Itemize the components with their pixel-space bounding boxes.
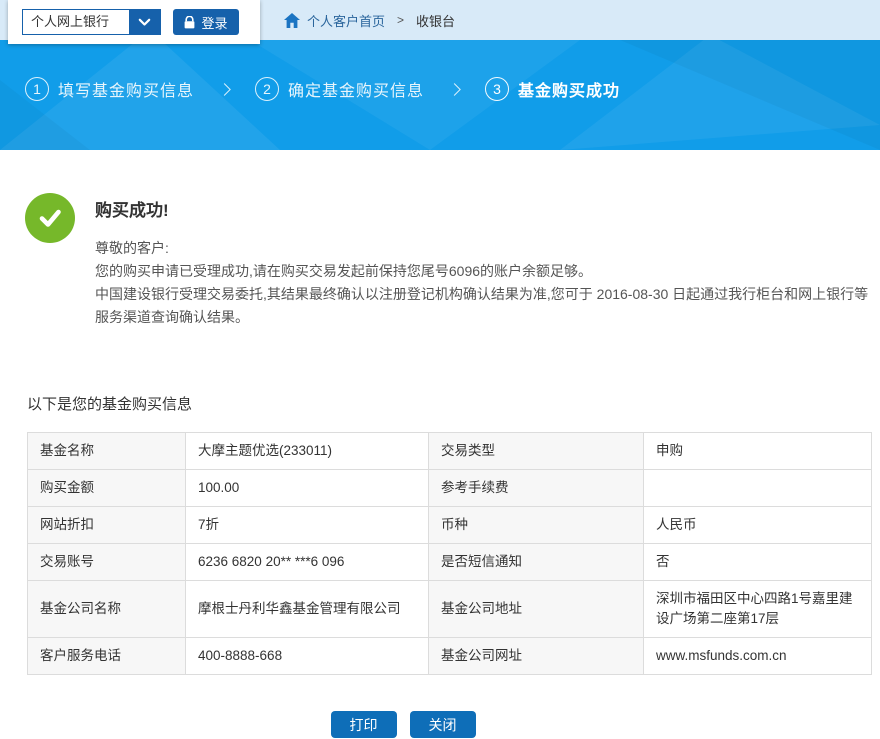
- success-line2: 中国建设银行受理交易委托,其结果最终确认以注册登记机构确认结果为准,您可于 20…: [95, 283, 872, 329]
- home-icon: [284, 13, 300, 28]
- login-card: 个人网上银行 登录: [8, 0, 260, 44]
- cell-label: 网站折扣: [28, 507, 186, 544]
- cell-label: 基金公司网址: [429, 638, 644, 675]
- login-button-label: 登录: [201, 13, 227, 32]
- login-button[interactable]: 登录: [173, 9, 239, 35]
- success-greeting: 尊敬的客户:: [95, 237, 872, 260]
- print-button[interactable]: 打印: [331, 711, 397, 738]
- cell-value: 7折: [186, 507, 429, 544]
- fund-info-section-title: 以下是您的基金购买信息: [27, 393, 880, 414]
- success-check-icon: [25, 193, 75, 243]
- cell-value: [644, 470, 872, 507]
- cell-label: 参考手续费: [429, 470, 644, 507]
- table-row: 基金名称大摩主题优选(233011)交易类型申购: [28, 433, 872, 470]
- cell-label: 基金公司名称: [28, 581, 186, 638]
- main-content: 购买成功! 尊敬的客户: 您的购买申请已受理成功,请在购买交易发起前保持您尾号6…: [0, 150, 880, 738]
- table-row: 客户服务电话400-8888-668基金公司网址www.msfunds.com.…: [28, 638, 872, 675]
- step-2-number: 2: [255, 77, 279, 101]
- close-button[interactable]: 关闭: [410, 711, 476, 738]
- breadcrumb-separator: >: [397, 13, 404, 27]
- chevron-down-icon[interactable]: [129, 10, 160, 34]
- cell-value: 深圳市福田区中心四路1号嘉里建设广场第二座第17层: [644, 581, 872, 638]
- cell-label: 购买金额: [28, 470, 186, 507]
- cell-value: 否: [644, 544, 872, 581]
- action-buttons: 打印 关闭: [0, 711, 843, 738]
- step-separator-icon: [218, 83, 231, 96]
- channel-select[interactable]: 个人网上银行: [22, 9, 161, 35]
- step-separator-icon: [448, 83, 461, 96]
- cell-value: 大摩主题优选(233011): [186, 433, 429, 470]
- table-row: 购买金额100.00参考手续费: [28, 470, 872, 507]
- cell-value: 6236 6820 20** ***6 096: [186, 544, 429, 581]
- table-row: 基金公司名称摩根士丹利华鑫基金管理有限公司基金公司地址深圳市福田区中心四路1号嘉…: [28, 581, 872, 638]
- cell-label: 交易账号: [28, 544, 186, 581]
- step-1-fill-info: 1 填写基金购买信息: [25, 77, 194, 101]
- purchase-stepper: 1 填写基金购买信息 2 确定基金购买信息 3 基金购买成功: [25, 77, 620, 101]
- cell-value: 400-8888-668: [186, 638, 429, 675]
- table-row: 交易账号6236 6820 20** ***6 096是否短信通知否: [28, 544, 872, 581]
- fund-info-table: 基金名称大摩主题优选(233011)交易类型申购购买金额100.00参考手续费网…: [27, 432, 872, 675]
- step-3-number: 3: [485, 77, 509, 101]
- step-2-label: 确定基金购买信息: [288, 77, 424, 101]
- step-2-confirm-info: 2 确定基金购买信息: [255, 77, 424, 101]
- breadcrumb-current: 收银台: [416, 11, 455, 30]
- breadcrumb: 个人客户首页 > 收银台: [284, 0, 455, 40]
- lock-icon: [184, 16, 195, 29]
- success-title: 购买成功!: [95, 196, 872, 221]
- step-3-success: 3 基金购买成功: [485, 77, 620, 101]
- cell-value: www.msfunds.com.cn: [644, 638, 872, 675]
- cell-value: 100.00: [186, 470, 429, 507]
- channel-select-value: 个人网上银行: [23, 10, 129, 34]
- fund-info-table-body: 基金名称大摩主题优选(233011)交易类型申购购买金额100.00参考手续费网…: [28, 433, 872, 675]
- cell-label: 基金名称: [28, 433, 186, 470]
- cell-value: 申购: [644, 433, 872, 470]
- step-1-label: 填写基金购买信息: [58, 77, 194, 101]
- breadcrumb-home-link[interactable]: 个人客户首页: [307, 11, 385, 30]
- cell-label: 交易类型: [429, 433, 644, 470]
- cell-value: 摩根士丹利华鑫基金管理有限公司: [186, 581, 429, 638]
- cell-label: 是否短信通知: [429, 544, 644, 581]
- success-message-block: 购买成功! 尊敬的客户: 您的购买申请已受理成功,请在购买交易发起前保持您尾号6…: [25, 193, 880, 329]
- cell-label: 客户服务电话: [28, 638, 186, 675]
- cell-label: 币种: [429, 507, 644, 544]
- cell-label: 基金公司地址: [429, 581, 644, 638]
- step-3-label: 基金购买成功: [518, 77, 620, 101]
- table-row: 网站折扣7折币种人民币: [28, 507, 872, 544]
- success-text: 购买成功! 尊敬的客户: 您的购买申请已受理成功,请在购买交易发起前保持您尾号6…: [95, 193, 872, 329]
- cell-value: 人民币: [644, 507, 872, 544]
- stepper-banner: 1 填写基金购买信息 2 确定基金购买信息 3 基金购买成功: [0, 40, 880, 150]
- step-1-number: 1: [25, 77, 49, 101]
- success-line1: 您的购买申请已受理成功,请在购买交易发起前保持您尾号6096的账户余额足够。: [95, 260, 872, 283]
